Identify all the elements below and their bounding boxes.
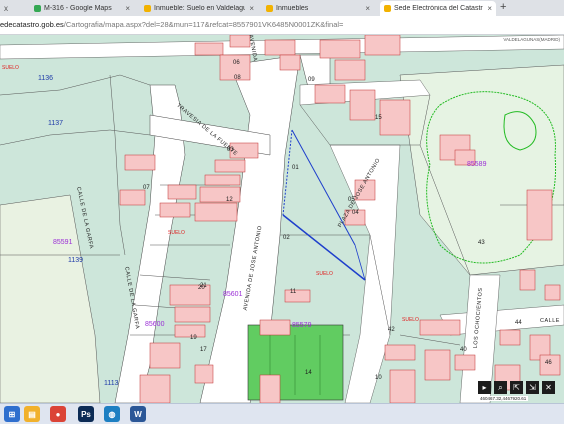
tab-title: Inmueble: Suelo en Valdelagunas [154, 5, 246, 12]
parcel-number[interactable]: 05 [348, 197, 355, 203]
parcel-number[interactable]: 14 [305, 370, 312, 376]
parcel-number[interactable]: 15 [375, 115, 382, 121]
parcel-number[interactable]: 85601 [223, 291, 242, 298]
globe-icon[interactable]: ◍ [104, 406, 120, 422]
idealista-favicon-icon [266, 5, 273, 12]
parcel-number[interactable]: 46 [545, 360, 552, 366]
parcel-number[interactable]: 10 [375, 375, 382, 381]
parcel-number[interactable]: 01 [292, 165, 299, 171]
parcel-number[interactable]: 08 [234, 75, 241, 81]
parcel-number[interactable]: 21 [200, 283, 207, 289]
tab-google-maps[interactable]: M-316 - Google Maps × [30, 1, 134, 16]
maps-favicon-icon [34, 5, 41, 12]
parcel-number[interactable]: 1137 [48, 120, 63, 127]
parcel-number[interactable]: 85600 [145, 321, 164, 328]
building-tag: SUELO [316, 271, 333, 277]
new-tab-button[interactable]: + [500, 1, 506, 13]
address-bar[interactable]: edecatastro.gob.es/Cartografia/mapa.aspx… [0, 16, 564, 35]
tab-title: M-316 - Google Maps [44, 5, 112, 12]
parcel-number[interactable]: 02 [283, 235, 290, 241]
url-text[interactable]: edecatastro.gob.es/Cartografia/mapa.aspx… [0, 20, 343, 29]
parcel-number[interactable]: 43 [478, 240, 485, 246]
parcel-number[interactable]: 12 [226, 197, 233, 203]
building-tag: SUELO [168, 230, 185, 236]
parcel-number[interactable]: 85591 [53, 239, 72, 246]
file-explorer-icon[interactable]: ▤ [24, 406, 40, 422]
catastro-favicon-icon [384, 5, 391, 12]
tab-title: Inmuebles [276, 5, 309, 12]
parcel-number[interactable]: 42 [388, 327, 395, 333]
tab-0[interactable]: x [0, 1, 28, 16]
parcel-number[interactable]: 11 [290, 289, 296, 295]
idealista-favicon-icon [144, 5, 151, 12]
tab-catastro[interactable]: Sede Electrónica del Catastro × [380, 1, 496, 16]
parcel-number[interactable]: 07 [143, 185, 150, 191]
tab-strip: x M-316 - Google Maps × Inmueble: Suelo … [0, 0, 564, 16]
building-tag: SUELO [2, 65, 19, 71]
chrome-icon[interactable]: ● [50, 406, 66, 422]
parcel-number[interactable]: 1113 [104, 380, 119, 387]
parcel-number[interactable]: 19 [190, 335, 197, 341]
parcel-number[interactable]: 40 [460, 347, 467, 353]
parcel-number[interactable]: 17 [200, 347, 207, 353]
close-icon[interactable]: × [487, 4, 492, 13]
parcel-number[interactable]: 1136 [38, 75, 53, 82]
windows-taskbar: ⊞ ▤ ● Ps ◍ W [0, 403, 564, 424]
parcel-number[interactable]: 04 [352, 210, 359, 216]
zoom-out-icon[interactable]: ⇲ [526, 381, 539, 394]
close-icon[interactable]: × [249, 4, 254, 13]
parcel-number[interactable]: 85579 [292, 322, 311, 329]
windows-start-icon[interactable]: ⊞ [4, 406, 20, 422]
parcel-number[interactable]: 44 [515, 320, 522, 326]
map-attribution: VALDELAGUNAS(MADRID) [501, 37, 562, 42]
photoshop-icon[interactable]: Ps [78, 406, 94, 422]
close-icon[interactable]: × [365, 4, 370, 13]
zoom-in-icon[interactable]: ⇱ [510, 381, 523, 394]
url-path: /Cartografia/mapa.aspx?del=28&mun=117&re… [63, 20, 344, 29]
url-host: edecatastro.gob.es [0, 20, 64, 29]
word-icon[interactable]: W [130, 406, 146, 422]
search-icon[interactable]: ⌕ [494, 381, 507, 394]
parcel-number[interactable]: 03 [227, 147, 234, 153]
tab-title: Sede Electrónica del Catastro [394, 5, 484, 12]
parcel-number[interactable]: 1139 [68, 257, 83, 264]
building-tag: SUELO [402, 317, 419, 323]
close-icon[interactable]: x [4, 4, 8, 13]
pan-control-icon[interactable]: ▸ [478, 381, 491, 394]
tab-inmueble[interactable]: Inmueble: Suelo en Valdelagunas × [140, 1, 258, 16]
parcel-number[interactable]: 85589 [467, 161, 486, 168]
cadastral-map[interactable]: TRAVESIA DE LA FUENTE CALLE DE LA GARFA … [0, 35, 564, 403]
close-icon[interactable]: ✕ [542, 381, 555, 394]
street-label: CALLE [540, 318, 560, 324]
parcel-number[interactable]: 09 [308, 77, 315, 83]
close-icon[interactable]: × [125, 4, 130, 13]
tab-inmuebles[interactable]: Inmuebles × [262, 1, 374, 16]
coordinates-readout: 460467.32,4467920.61 [478, 396, 529, 401]
parcel-number[interactable]: 06 [233, 60, 240, 66]
